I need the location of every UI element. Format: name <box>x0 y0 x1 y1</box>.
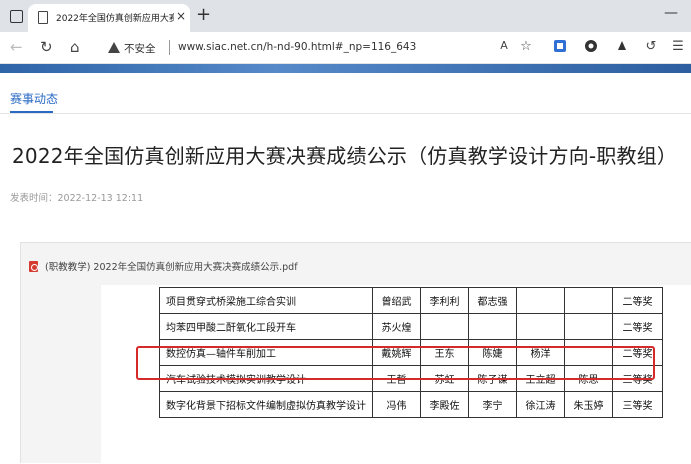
member-cell: 都志强 <box>468 287 517 314</box>
tab-title: 2022年全国仿真创新应用大赛决赛 <box>56 14 174 24</box>
member-cell: 朱玉婷 <box>564 391 613 418</box>
member-cell <box>564 287 613 314</box>
security-label[interactable]: 不安全 <box>124 41 156 56</box>
read-aloud-icon[interactable]: A <box>496 39 512 55</box>
ext-github-icon[interactable] <box>583 39 599 55</box>
project-cell: 项目贯穿式桥梁施工综合实训 <box>159 287 373 314</box>
member-cell <box>564 313 613 340</box>
reload-icon[interactable]: ↻ <box>40 38 53 56</box>
tab-actions-icon[interactable] <box>8 8 24 24</box>
member-cell: 李利利 <box>420 287 469 314</box>
tab-close-icon[interactable]: × <box>176 9 186 23</box>
member-cell: 李宁 <box>468 391 517 418</box>
pdf-file-icon <box>29 261 38 272</box>
browser-toolbar: ← ↻ ⌂ 不安全 www.siac.net.cn/h-nd-90.html#_… <box>0 32 691 64</box>
site-banner <box>0 64 691 73</box>
member-cell <box>516 287 565 314</box>
table-row: 项目贯穿式桥梁施工综合实训 曾绍武 李利利 都志强 二等奖 <box>159 287 663 314</box>
award-cell: 三等奖 <box>612 391 663 418</box>
refresh-ext-icon[interactable]: ↺ <box>643 39 659 55</box>
url-text[interactable]: www.siac.net.cn/h-nd-90.html#_np=116_643 <box>178 41 416 53</box>
award-cell: 二等奖 <box>612 287 663 314</box>
section-tab-events[interactable]: 赛事动态 <box>10 90 58 107</box>
project-cell: 均苯四甲酸二酐氧化工段开车 <box>159 313 373 340</box>
member-cell: 冯伟 <box>372 391 421 418</box>
table-row: 数字化背景下招标文件编制虚拟仿真教学设计 冯伟 李殿佐 李宁 徐江涛 朱玉婷 三等奖 <box>159 391 663 418</box>
member-cell <box>420 313 469 340</box>
pdf-header: (职教教学) 2022年全国仿真创新应用大赛决赛成绩公示.pdf <box>21 243 691 285</box>
pdf-file-name[interactable]: (职教教学) 2022年全国仿真创新应用大赛决赛成绩公示.pdf <box>45 259 298 273</box>
browser-title-bar: 2022年全国仿真创新应用大赛决赛 × + — <box>0 0 691 32</box>
table-row: 均苯四甲酸二酐氧化工段开车 苏火煌 二等奖 <box>159 313 663 340</box>
new-tab-icon[interactable]: + <box>196 4 211 25</box>
member-cell <box>516 313 565 340</box>
favorites-icon[interactable]: ☰ <box>670 39 686 55</box>
browser-tab[interactable]: 2022年全国仿真创新应用大赛决赛 × <box>28 4 190 32</box>
section-divider <box>0 113 691 114</box>
page-title: 2022年全国仿真创新应用大赛决赛成绩公示（仿真教学设计方向-职教组） <box>12 144 678 168</box>
favorite-icon[interactable]: ☆ <box>518 39 534 55</box>
ext-blue-icon[interactable] <box>552 39 568 55</box>
publish-time: 发表时间：2022-12-13 12:11 <box>10 193 144 204</box>
ext-bird-icon[interactable] <box>614 39 630 55</box>
member-cell: 曾绍武 <box>372 287 421 314</box>
minimize-icon[interactable]: — <box>664 5 678 21</box>
member-cell: 李殿佐 <box>420 391 469 418</box>
back-arrow-icon[interactable]: ← <box>10 38 23 56</box>
page-favicon-icon <box>38 11 48 24</box>
address-separator <box>169 40 170 55</box>
warning-icon <box>108 42 120 53</box>
award-cell: 二等奖 <box>612 313 663 340</box>
address-bar[interactable]: 不安全 www.siac.net.cn/h-nd-90.html#_np=116… <box>96 36 540 60</box>
member-cell: 苏火煌 <box>372 313 421 340</box>
highlight-box <box>136 346 655 380</box>
project-cell: 数字化背景下招标文件编制虚拟仿真教学设计 <box>159 391 373 418</box>
member-cell: 徐江涛 <box>516 391 565 418</box>
home-icon[interactable]: ⌂ <box>70 38 80 56</box>
member-cell <box>468 313 517 340</box>
